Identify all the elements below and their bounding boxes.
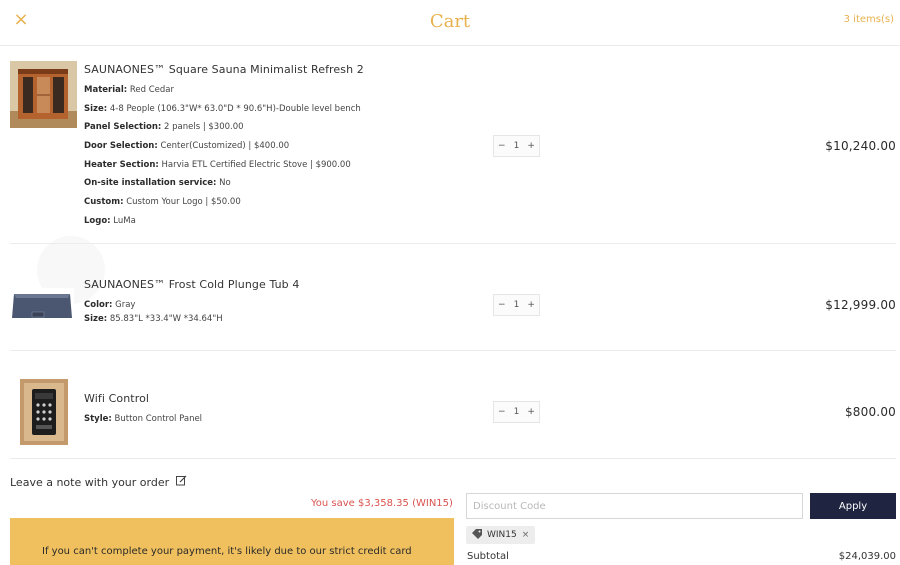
product-thumbnail-plunge-tub[interactable]: [10, 288, 74, 324]
option-key: Style:: [84, 414, 112, 424]
option-key: On-site installation service:: [84, 178, 217, 189]
option-value: LuMa: [113, 215, 136, 226]
option-row: On-site installation service: No: [84, 178, 444, 188]
quantity-value[interactable]: 1: [514, 141, 520, 151]
option-row: Color: Gray: [84, 300, 444, 310]
increase-quantity-button[interactable]: +: [527, 141, 535, 151]
increase-quantity-button[interactable]: +: [527, 300, 535, 310]
savings-text: You save $3,358.35 (WIN15): [311, 498, 453, 509]
cart-item: SAUNAONES™ Square Sauna Minimalist Refre…: [10, 47, 896, 244]
option-value: Button Control Panel: [114, 414, 203, 424]
quantity-stepper: − 1 +: [493, 401, 540, 423]
cart-item: Wifi Control Style: Button Control Panel…: [10, 351, 896, 459]
option-row: Door Selection: Center(Customized) | $40…: [84, 141, 444, 151]
discount-code-input[interactable]: [466, 493, 803, 519]
option-key: Panel Selection:: [84, 122, 162, 133]
option-value: Gray: [115, 300, 136, 310]
decrease-quantity-button[interactable]: −: [498, 300, 506, 310]
order-note-link[interactable]: Leave a note with your order: [10, 475, 187, 489]
option-row: Heater Section: Harvia ETL Certified Ele…: [84, 160, 444, 170]
option-key: Size:: [84, 103, 108, 114]
option-row: Material: Red Cedar: [84, 85, 444, 95]
increase-quantity-button[interactable]: +: [527, 407, 535, 417]
item-details: SAUNAONES™ Square Sauna Minimalist Refre…: [84, 63, 444, 235]
item-price: $12,999.00: [825, 298, 896, 312]
page-title: Cart: [429, 11, 471, 32]
option-value: 4-8 People (106.3"W* 63.0"D * 90.6"H)-Do…: [109, 103, 361, 114]
product-thumbnail-wifi-control[interactable]: [20, 379, 68, 445]
edit-icon: [176, 475, 187, 489]
option-value: Center(Customized) | $400.00: [160, 141, 290, 152]
option-key: Door Selection:: [84, 141, 158, 152]
option-key: Heater Section:: [84, 159, 159, 170]
product-name[interactable]: SAUNAONES™ Square Sauna Minimalist Refre…: [84, 63, 444, 76]
item-count: 3 items(s): [843, 14, 894, 25]
option-key: Logo:: [84, 215, 111, 226]
apply-discount-button[interactable]: Apply: [810, 493, 896, 519]
quantity-stepper: − 1 +: [493, 135, 540, 157]
product-name[interactable]: SAUNAONES™ Frost Cold Plunge Tub 4: [84, 278, 444, 291]
option-key: Material:: [84, 85, 128, 95]
option-value: Harvia ETL Certified Electric Stove | $9…: [161, 159, 351, 170]
payment-notice-banner: If you can't complete your payment, it's…: [10, 518, 454, 565]
option-row: Logo: LuMa: [84, 216, 444, 226]
product-name[interactable]: Wifi Control: [84, 392, 444, 405]
option-row: Custom: Custom Your Logo | $50.00: [84, 197, 444, 207]
item-details: Wifi Control Style: Button Control Panel: [84, 392, 444, 433]
quantity-value[interactable]: 1: [514, 300, 520, 310]
option-value: Red Cedar: [129, 85, 175, 95]
option-row: Style: Button Control Panel: [84, 414, 444, 424]
remove-discount-button[interactable]: ×: [522, 530, 530, 540]
option-value: No: [219, 178, 231, 189]
product-thumbnail-sauna[interactable]: [10, 61, 77, 128]
decrease-quantity-button[interactable]: −: [498, 141, 506, 151]
option-key: Color:: [84, 300, 113, 310]
item-price: $800.00: [844, 405, 896, 419]
item-price: $10,240.00: [825, 139, 896, 153]
option-value: 2 panels | $300.00: [164, 122, 244, 133]
option-value: Custom Your Logo | $50.00: [126, 197, 241, 208]
cart-header: × Cart 3 items(s): [0, 0, 900, 46]
quantity-stepper: − 1 +: [493, 294, 540, 316]
subtotal-value: $24,039.00: [838, 551, 896, 562]
order-note-label: Leave a note with your order: [10, 475, 170, 489]
payment-notice-text: If you can't complete your payment, it's…: [42, 546, 412, 557]
option-key: Custom:: [84, 197, 124, 208]
applied-discount-tag: WIN15 ×: [466, 526, 536, 544]
option-key: Size:: [84, 314, 108, 324]
applied-code: WIN15: [487, 530, 517, 540]
quantity-value[interactable]: 1: [514, 407, 520, 417]
option-value: 85.83"L *33.4"W *34.64"H: [109, 314, 223, 324]
decrease-quantity-button[interactable]: −: [498, 407, 506, 417]
tag-icon: [472, 528, 482, 542]
subtotal-label: Subtotal: [467, 551, 509, 562]
option-row: Size: 85.83"L *33.4"W *34.64"H: [84, 314, 444, 324]
option-row: Panel Selection: 2 panels | $300.00: [84, 122, 444, 132]
item-details: SAUNAONES™ Frost Cold Plunge Tub 4 Color…: [84, 278, 444, 328]
cart-item: SAUNAONES™ Frost Cold Plunge Tub 4 Color…: [10, 244, 896, 351]
option-row: Size: 4-8 People (106.3"W* 63.0"D * 90.6…: [84, 104, 444, 114]
